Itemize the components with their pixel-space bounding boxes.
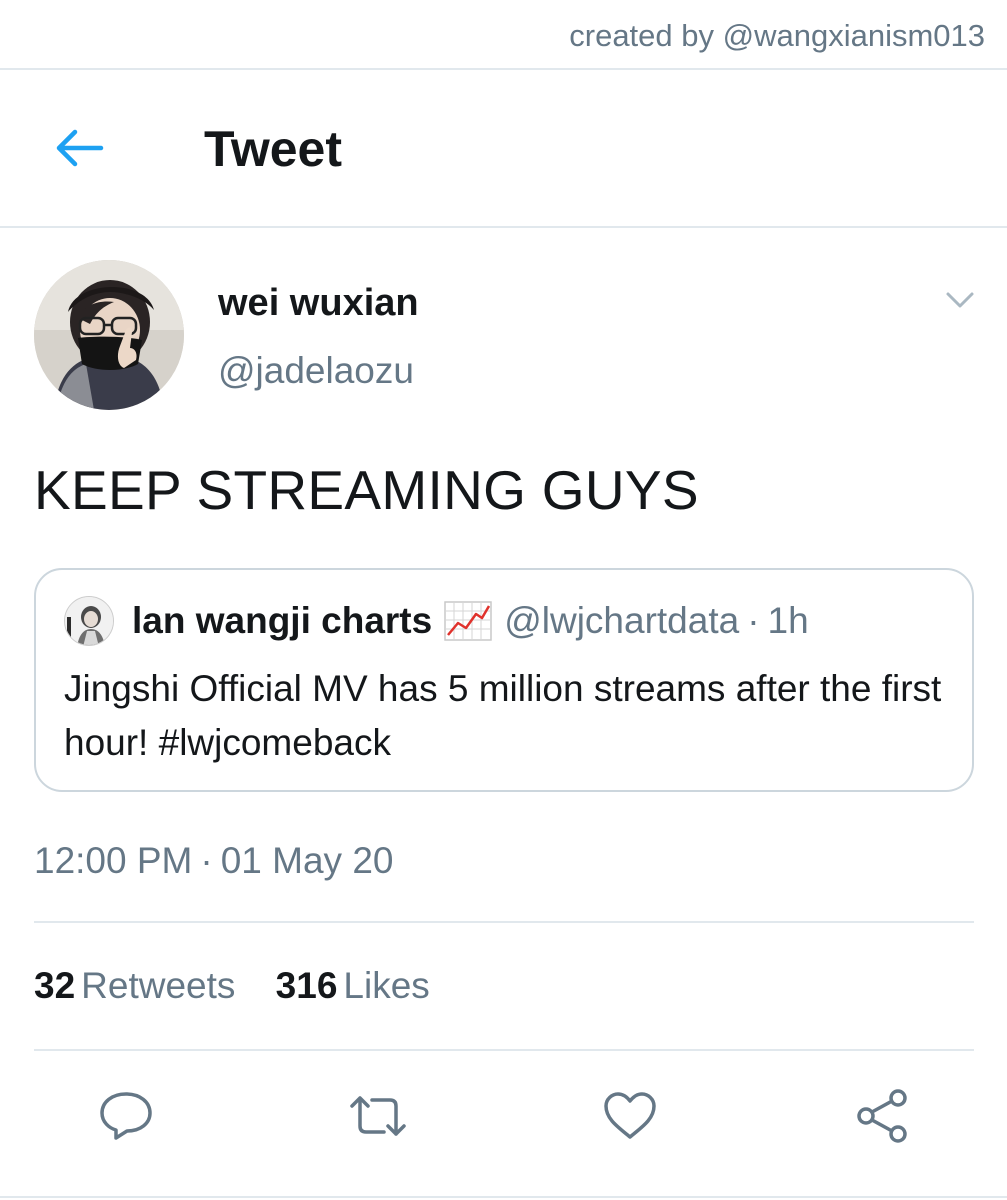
quoted-author-name: lan wangji charts	[132, 600, 433, 641]
timestamp-separator: ·	[200, 840, 213, 881]
share-icon	[857, 1089, 907, 1143]
author-avatar[interactable]	[34, 260, 184, 410]
retweet-icon	[350, 1096, 406, 1136]
author-handle[interactable]: @jadelaozu	[218, 350, 414, 392]
quoted-author-handle: @lwjchartdata	[504, 600, 740, 641]
quoted-tweet-text: Jingshi Official MV has 5 million stream…	[64, 668, 942, 763]
quoted-tweet-card[interactable]: lan wangji charts @lwjchartdata · 1h Jin…	[34, 568, 974, 792]
retweets-label: Retweets	[81, 965, 236, 1006]
author-display-name[interactable]: wei wuxian	[218, 282, 419, 325]
reply-button[interactable]	[96, 1086, 156, 1146]
page-title: Tweet	[204, 121, 342, 177]
back-button[interactable]	[46, 118, 112, 178]
like-icon	[604, 1092, 656, 1139]
avatar-photo	[34, 260, 184, 410]
likes-label: Likes	[343, 965, 430, 1006]
retweets-stat[interactable]: 32 Retweets	[34, 965, 235, 1007]
retweet-button[interactable]	[348, 1086, 408, 1146]
divider	[34, 1049, 974, 1051]
like-button[interactable]	[600, 1086, 660, 1146]
chart-increasing-icon	[444, 601, 492, 641]
tweet-header: Tweet	[0, 70, 1007, 228]
tweet-stats: 32 Retweets 316 Likes	[34, 965, 460, 1007]
more-options-button[interactable]	[938, 282, 982, 318]
chevron-down-icon	[946, 292, 974, 308]
bottom-divider	[0, 1196, 1007, 1198]
tweet-timestamp: 12:00 PM · 01 May 20	[34, 840, 393, 882]
quoted-time-separator: ·	[747, 600, 760, 641]
quoted-tweet-header: lan wangji charts @lwjchartdata · 1h	[132, 600, 809, 642]
quoted-tweet-time: 1h	[767, 600, 809, 641]
tweet-text: KEEP STREAMING GUYS	[34, 459, 699, 521]
share-button[interactable]	[852, 1086, 912, 1146]
likes-count: 316	[275, 965, 338, 1006]
reply-icon	[100, 1092, 152, 1140]
arrow-left-icon	[56, 129, 104, 167]
tweet-time: 12:00 PM	[34, 840, 193, 881]
tweet-date: 01 May 20	[220, 840, 394, 881]
quoted-author-avatar	[64, 596, 114, 646]
likes-stat[interactable]: 316 Likes	[276, 965, 430, 1007]
divider	[34, 921, 974, 923]
quoted-avatar-photo	[65, 597, 113, 645]
credit-bar: created by @wangxianism013	[0, 0, 1007, 70]
retweets-count: 32	[34, 965, 76, 1006]
creator-credit: created by @wangxianism013	[569, 18, 985, 53]
